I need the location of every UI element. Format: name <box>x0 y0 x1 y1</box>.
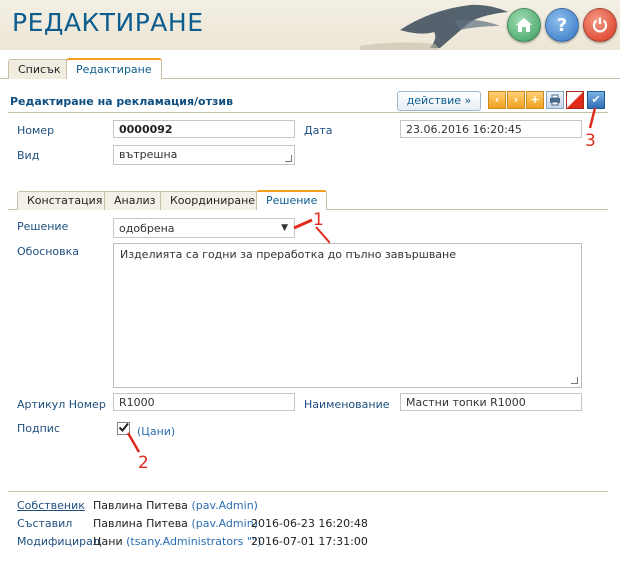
checkmark-icon: ✔ <box>591 93 601 106</box>
plus-icon: + <box>530 93 540 106</box>
article-label: Артикул Номер <box>17 398 106 411</box>
number-field[interactable]: 0000092 <box>113 120 295 138</box>
dropdown-arrow-icon: ▼ <box>281 223 288 233</box>
resize-handle-icon[interactable] <box>571 377 578 384</box>
owner-row: Павлина Питева (pav.Admin) <box>93 499 258 512</box>
created-user-link[interactable]: (pav.Admin) <box>191 517 258 530</box>
created-label: Съставил <box>17 517 73 530</box>
reason-text: Изделията са годни за преработка до пълн… <box>120 248 457 261</box>
power-icon <box>592 17 608 33</box>
annotation-1: 1 <box>313 210 324 230</box>
tab-edit[interactable]: Редактиране <box>66 58 162 79</box>
reason-label: Обосновка <box>17 245 80 258</box>
annotation-arrow-1 <box>293 218 330 244</box>
tab-coordination[interactable]: Координиране <box>160 191 266 210</box>
home-button[interactable] <box>507 8 541 42</box>
annotation-3: 3 <box>585 131 596 151</box>
type-field[interactable]: вътрешна <box>113 145 295 165</box>
decision-select[interactable]: одобрена ▼ <box>113 218 295 238</box>
cancel-button[interactable] <box>566 91 584 109</box>
modified-label: Модифицирал <box>17 535 100 548</box>
help-button[interactable]: ? <box>545 8 579 42</box>
date-label: Дата <box>304 124 333 137</box>
number-label: Номер <box>17 124 55 137</box>
resize-handle-icon[interactable] <box>285 155 292 162</box>
modified-row: Цани (tsany.Administrators "") <box>93 535 261 548</box>
modified-time: 2016-07-01 17:31:00 <box>251 535 368 548</box>
created-time: 2016-06-23 16:20:48 <box>251 517 368 530</box>
tab-list[interactable]: Списък <box>8 59 71 79</box>
next-button[interactable]: › <box>507 91 525 109</box>
type-value: вътрешна <box>119 148 178 161</box>
annotation-2: 2 <box>138 453 149 473</box>
created-row: Павлина Питева (pav.Admin) <box>93 517 258 530</box>
action-menu-button[interactable]: действие » <box>397 91 481 111</box>
chevron-right-icon: › <box>513 93 519 106</box>
tab-analysis[interactable]: Анализ <box>104 191 166 210</box>
modified-name: Цани <box>93 535 123 548</box>
type-label: Вид <box>17 149 40 162</box>
created-name: Павлина Питева <box>93 517 188 530</box>
item-name-label: Наименование <box>304 398 390 411</box>
tab-findings[interactable]: Констатация <box>17 191 113 210</box>
modified-user-link[interactable]: (tsany.Administrators "") <box>126 535 261 548</box>
logout-button[interactable] <box>583 8 617 42</box>
footer-divider <box>8 491 608 492</box>
previous-button[interactable]: ‹ <box>488 91 506 109</box>
annotation-arrow-3 <box>588 107 597 129</box>
help-icon: ? <box>556 14 568 36</box>
tab-decision[interactable]: Решение <box>256 190 328 210</box>
chevron-left-icon: ‹ <box>494 93 500 106</box>
print-button[interactable] <box>546 91 564 109</box>
article-field[interactable]: R1000 <box>113 393 295 411</box>
decision-value: одобрена <box>119 222 175 235</box>
owner-label[interactable]: Собственик <box>17 499 85 512</box>
app-title: РЕДАКТИРАНЕ <box>12 8 204 37</box>
bird-logo <box>360 4 508 50</box>
home-icon <box>516 18 532 32</box>
annotation-arrow-2 <box>126 432 141 453</box>
item-name-field[interactable]: Мастни топки R1000 <box>400 393 582 411</box>
decision-label: Решение <box>17 220 69 233</box>
owner-user-link[interactable]: (pav.Admin) <box>191 499 258 512</box>
owner-name: Павлина Питева <box>93 499 188 512</box>
date-field[interactable]: 23.06.2016 16:20:45 <box>400 120 582 138</box>
reason-textarea[interactable]: Изделията са годни за преработка до пълн… <box>113 243 582 388</box>
signature-label: Подпис <box>17 422 60 435</box>
section-divider <box>8 112 608 113</box>
section-title: Редактиране на рекламация/отзив <box>10 95 234 108</box>
print-icon <box>550 94 560 106</box>
add-button[interactable]: + <box>526 91 544 109</box>
